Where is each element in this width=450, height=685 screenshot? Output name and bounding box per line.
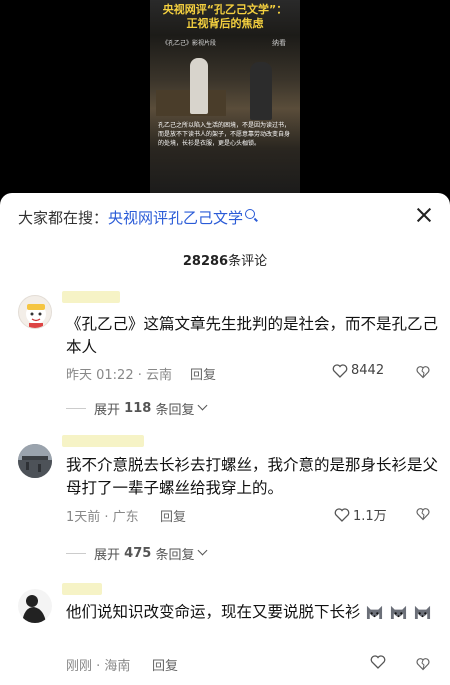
hot-search-prefix: 大家都在搜： [18, 209, 109, 227]
expand-label-prefix: 展开 [94, 548, 121, 563]
comment-count-number: 28286 [182, 254, 229, 269]
username-redacted [62, 435, 144, 447]
avatar[interactable] [18, 444, 52, 478]
like-button[interactable] [370, 655, 389, 669]
husky-dog-emoji [415, 605, 431, 620]
husky-dog-emoji [367, 605, 383, 620]
husky-dog-emoji [391, 605, 407, 620]
expand-label-suffix: 条回复 [155, 548, 195, 563]
username-redacted [62, 583, 102, 595]
reply-button[interactable]: 回复 [190, 364, 216, 383]
video-watermark: 纳看 [272, 39, 286, 47]
video-frame[interactable]: 央视网评“孔乙己文学”： 正视背后的焦虑 《孔乙己》影视片段 纳看 孔乙己之所以… [150, 0, 300, 198]
broken-heart-icon[interactable] [416, 657, 430, 671]
comment-meta: 刚刚 · 海南 [66, 659, 131, 674]
comment-text-body: 他们说知识改变命运，现在又要说脱下长衫 [66, 603, 361, 621]
comment-meta: 1天前 · 广东 [66, 510, 139, 525]
expand-label-prefix: 展开 [94, 403, 121, 418]
expand-replies-button[interactable]: 展开 118 条回复 [66, 399, 208, 418]
expand-replies-button[interactable]: 展开 475 条回复 [66, 544, 208, 563]
comment-text: 他们说知识改变命运，现在又要说脱下长衫 [66, 601, 438, 624]
comment-count: 28286条评论 [0, 250, 450, 269]
scene-figure-dark [250, 62, 272, 120]
heart-icon [332, 363, 348, 378]
expand-divider [66, 408, 86, 409]
like-count: 1.1万 [353, 509, 387, 524]
video-source-label: 《孔乙己》影视片段 [162, 40, 217, 47]
video-subtitle: 孔乙己之所以陷入生活的困境，不是因为读过书，而是放不下读书人的架子，不愿意靠劳动… [158, 122, 291, 147]
heart-icon [370, 655, 386, 669]
reply-button[interactable]: 回复 [152, 655, 178, 674]
scenery-avatar-icon [18, 444, 52, 478]
chevron-down-icon [198, 545, 208, 556]
close-icon[interactable] [416, 207, 432, 223]
scene-figure-white-robe [190, 58, 208, 114]
broken-heart-icon[interactable] [416, 365, 430, 379]
silhouette-avatar-icon [22, 595, 46, 623]
comment-panel: 大家都在搜：央视网评孔乙己文学 28286条评论 《孔乙己》这篇文章先生批判的是… [0, 193, 450, 685]
video-title-line1: 央视网评“孔乙己文学”： [162, 3, 288, 16]
username-redacted [62, 291, 120, 303]
video-title-line2: 正视背后的焦虑 [186, 17, 264, 30]
avatar[interactable] [18, 295, 52, 329]
like-button[interactable]: 8442 [332, 363, 384, 378]
search-icon[interactable] [245, 209, 256, 219]
expand-count: 118 [124, 401, 152, 416]
comment-text: 《孔乙己》这篇文章先生批判的是社会，而不是孔乙己本人 [66, 315, 439, 356]
hot-search-row[interactable]: 大家都在搜：央视网评孔乙己文学 [18, 207, 438, 229]
chevron-down-icon [198, 400, 208, 411]
comment-meta: 昨天 01:22 · 云南 [66, 368, 172, 383]
cartoon-avatar-icon [26, 304, 46, 328]
comment-count-suffix: 条评论 [228, 254, 268, 269]
comment-text: 我不介意脱去长衫去打螺丝，我介意的是那身长衫是父母打了一辈子螺丝给我穿上的。 [66, 456, 439, 497]
like-button[interactable]: 1.1万 [334, 505, 387, 524]
expand-count: 475 [124, 546, 152, 561]
broken-heart-icon[interactable] [416, 507, 430, 521]
hot-search-term[interactable]: 央视网评孔乙己文学 [108, 209, 243, 227]
reply-button[interactable]: 回复 [160, 506, 186, 525]
like-count: 8442 [351, 363, 385, 378]
heart-icon [334, 507, 350, 522]
expand-label-suffix: 条回复 [155, 403, 195, 418]
expand-divider [66, 553, 86, 554]
avatar[interactable] [18, 589, 52, 623]
video-player[interactable]: 央视网评“孔乙己文学”： 正视背后的焦虑 《孔乙己》影视片段 纳看 孔乙己之所以… [0, 0, 450, 198]
